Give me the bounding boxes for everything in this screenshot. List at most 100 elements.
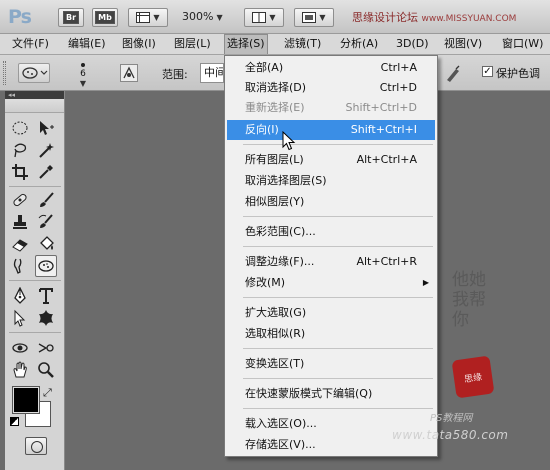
seal-stamp: 思缘 [451, 355, 495, 399]
chevron-down-icon: ▼ [319, 13, 326, 22]
swap-colors-icon[interactable]: ⤢ [43, 386, 52, 400]
menu-edit[interactable]: 编辑(E) [66, 34, 108, 54]
zoom-level[interactable]: 300% ▼ [182, 10, 223, 23]
tool-preset-picker[interactable] [18, 63, 50, 83]
history-brush-icon [38, 214, 53, 228]
menu-item-deselect-layers[interactable]: 取消选择图层(S) [227, 171, 435, 191]
protect-color-checkbox[interactable]: ✓ [482, 66, 493, 77]
menu-separator [243, 378, 433, 379]
menu-filter[interactable]: 滤镜(T) [282, 34, 323, 54]
menu-item-label: 变换选区(T) [245, 357, 305, 370]
brush-panel-icon [123, 66, 135, 79]
hand-tool[interactable] [9, 359, 31, 381]
brush-tool[interactable] [35, 189, 57, 211]
lasso-tool[interactable] [9, 139, 31, 161]
brush-icon [40, 192, 54, 207]
3d-camera-tool[interactable] [35, 337, 57, 359]
calligraphy-watermark: 他她我帮你 [452, 270, 486, 330]
bandage-icon [13, 193, 27, 207]
stamp-icon [13, 215, 27, 229]
menu-item-grow[interactable]: 扩大选取(G) [227, 303, 435, 323]
path-selection-tool[interactable] [9, 307, 31, 329]
menu-item-quick-mask-edit[interactable]: 在快速蒙版模式下编辑(Q) [227, 384, 435, 404]
eraser-tool[interactable] [9, 233, 31, 255]
zoom-value: 300% [182, 10, 214, 23]
screen-mode-button[interactable]: ▼ [294, 8, 334, 27]
sponge-tool[interactable] [35, 255, 57, 277]
menu-item-select-all[interactable]: 全部(A) Ctrl+A [227, 58, 435, 78]
menu-item-all-layers[interactable]: 所有图层(L) Alt+Ctrl+A [227, 150, 435, 170]
menu-item-transform-selection[interactable]: 变换选区(T) [227, 354, 435, 374]
hand-icon [13, 361, 27, 378]
mouse-cursor-icon [282, 131, 296, 151]
view-extras-icon [136, 12, 151, 23]
toolbox-collapse-button[interactable]: ◂◂ [5, 91, 64, 99]
quick-mask-button[interactable] [25, 437, 47, 455]
menu-bar: 文件(F) 编辑(E) 图像(I) 图层(L) 选择(S) 滤镜(T) 分析(A… [0, 34, 550, 55]
menu-item-label: 重新选择(E) [245, 101, 305, 114]
marquee-tool[interactable] [9, 117, 31, 139]
forum-watermark-url: www.MISSYUAN.COM [421, 14, 517, 24]
smudge-icon [13, 258, 22, 274]
crop-tool[interactable] [9, 161, 31, 183]
menu-item-color-range[interactable]: 色彩范围(C)... [227, 222, 435, 242]
arrange-documents-icon [252, 12, 267, 23]
clone-stamp-tool[interactable] [9, 211, 31, 233]
default-colors-icon[interactable] [10, 417, 19, 426]
menu-window[interactable]: 窗口(W) [500, 34, 545, 54]
menu-layer[interactable]: 图层(L) [172, 34, 213, 54]
menu-image[interactable]: 图像(I) [120, 34, 158, 54]
pen-tool[interactable] [9, 285, 31, 307]
eyedropper-tool[interactable] [35, 161, 57, 183]
menu-3d[interactable]: 3D(D) [394, 34, 431, 54]
toolbox-grip[interactable] [5, 99, 64, 113]
menu-item-deselect[interactable]: 取消选择(D) Ctrl+D [227, 78, 435, 98]
select-menu-dropdown: 全部(A) Ctrl+A 取消选择(D) Ctrl+D 重新选择(E) Shif… [224, 55, 438, 457]
menu-view[interactable]: 视图(V) [442, 34, 484, 54]
range-select[interactable]: 中间 [200, 63, 224, 83]
menu-item-similar[interactable]: 选取相似(R) [227, 324, 435, 344]
brush-tip-icon [81, 63, 85, 67]
options-bar-grip[interactable] [3, 61, 6, 85]
paint-bucket-tool[interactable] [35, 233, 57, 255]
quick-selection-tool[interactable] [35, 139, 57, 161]
arrange-documents-button[interactable]: ▼ [244, 8, 284, 27]
menu-file[interactable]: 文件(F) [10, 34, 51, 54]
sponge-icon [22, 67, 48, 79]
menu-item-label: 色彩范围(C)... [245, 225, 316, 238]
airbrush-toggle[interactable] [444, 65, 462, 83]
type-icon [39, 288, 53, 304]
3d-rotate-tool[interactable] [9, 337, 31, 359]
chevron-down-icon: ▼ [79, 79, 87, 88]
brush-picker[interactable]: 6 ▼ [66, 61, 100, 88]
menu-item-label: 反向(I) [245, 123, 279, 136]
airbrush-icon [447, 65, 460, 82]
brush-panel-toggle[interactable] [120, 64, 138, 82]
bridge-button[interactable]: Br [58, 8, 84, 27]
eraser-icon [12, 239, 28, 252]
blur-tool[interactable] [9, 255, 31, 277]
foreground-color-swatch[interactable] [12, 386, 40, 414]
menu-item-similar-layers[interactable]: 相似图层(Y) [227, 192, 435, 212]
zoom-tool[interactable] [35, 359, 57, 381]
screen-mode-icon [302, 12, 317, 23]
menu-select[interactable]: 选择(S) [224, 34, 268, 54]
mini-bridge-label: Mb [95, 11, 115, 24]
history-brush-tool[interactable] [35, 211, 57, 233]
menu-item-inverse[interactable]: 反向(I) Shift+Ctrl+I [227, 120, 435, 140]
pen-icon [14, 287, 26, 304]
menu-item-modify[interactable]: 修改(M) ▶ [227, 273, 435, 293]
lasso-icon [14, 143, 27, 158]
menu-item-label: 全部(A) [245, 61, 284, 74]
view-extras-button[interactable]: ▼ [128, 8, 168, 27]
custom-shape-tool[interactable] [35, 307, 57, 329]
type-tool[interactable] [35, 285, 57, 307]
mini-bridge-button[interactable]: Mb [92, 8, 118, 27]
menu-item-refine-edge[interactable]: 调整边缘(F)... Alt+Ctrl+R [227, 252, 435, 272]
application-bar: Ps Br Mb ▼ 300% ▼ ▼ ▼ 思缘设计论坛 www.MISSYUAN… [0, 0, 550, 34]
chevron-down-icon: ▼ [153, 13, 160, 22]
move-tool[interactable] [35, 117, 57, 139]
healing-brush-tool[interactable] [9, 189, 31, 211]
menu-analysis[interactable]: 分析(A) [338, 34, 380, 54]
menu-item-shortcut: Alt+Ctrl+A [356, 153, 417, 166]
